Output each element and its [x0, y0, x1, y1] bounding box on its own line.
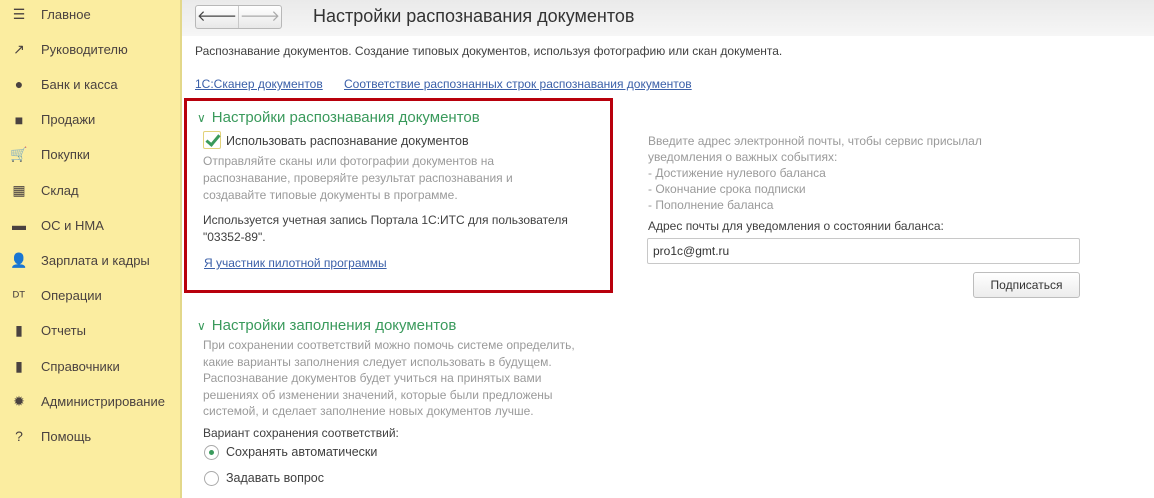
use-recognition-checkbox[interactable] [203, 131, 221, 149]
back-button[interactable]: 🡐 [196, 6, 238, 28]
recognition-section-header[interactable]: ∨ Настройки распознавания документов [197, 109, 480, 126]
page-description: Распознавание документов. Создание типов… [195, 44, 783, 58]
sidebar-item-label: Зарплата и кадры [41, 252, 150, 268]
scanner-link[interactable]: 1С:Сканер документов [195, 77, 323, 91]
page-title: Настройки распознавания документов [313, 6, 635, 26]
variant-label: Вариант сохранения соответствий: [203, 426, 399, 440]
sidebar-item-label: Отчеты [41, 323, 86, 339]
recognition-hint: Отправляйте сканы или фотографии докумен… [203, 154, 513, 202]
dt-kt-icon: ᴰᵀ [12, 287, 26, 304]
mapping-link[interactable]: Соответствие распознанных строк распозна… [344, 77, 692, 91]
truck-icon: ▬ [12, 217, 26, 234]
cart-icon: 🛒 [10, 146, 28, 163]
radio-auto-save[interactable] [204, 445, 219, 460]
sidebar-item[interactable]: ▮ Справочники [0, 349, 180, 383]
sidebar-item-label: Покупки [41, 147, 90, 163]
subscribe-button[interactable]: Подписаться [973, 272, 1080, 298]
sidebar-item[interactable]: ↗ Руководителю [0, 32, 180, 66]
section-title: Настройки заполнения документов [211, 317, 457, 334]
pilot-program-link[interactable]: Я участник пилотной программы [204, 256, 387, 270]
sidebar-item[interactable]: ? Помощь [0, 419, 180, 453]
sidebar-item[interactable]: ☰ Главное [0, 0, 180, 31]
sidebar-item-label: Помощь [41, 428, 92, 444]
sidebar-item-label: Главное [41, 6, 91, 22]
sidebar-item[interactable]: 👤 Зарплата и кадры [0, 243, 180, 277]
section-title: Настройки распознавания документов [211, 109, 480, 126]
question-icon: ? [15, 428, 23, 445]
chevron-down-icon: ∨ [197, 319, 206, 333]
sidebar-item[interactable]: ᴰᵀ Операции [0, 279, 180, 313]
books-icon: ▮ [15, 357, 23, 374]
sidebar-item-label: ОС и НМА [41, 217, 104, 233]
radio-ask-label: Задавать вопрос [226, 471, 325, 485]
email-input[interactable]: pro1c@gmt.ru [647, 238, 1080, 264]
radio-ask[interactable] [204, 471, 219, 486]
sidebar-item[interactable]: ■ Продажи [0, 103, 180, 137]
sidebar-item-label: Банк и касса [41, 76, 118, 92]
forward-button[interactable]: 🡒 [238, 6, 281, 28]
menu-icon: ☰ [12, 5, 26, 22]
notify-hint: Введите адрес электронной почты, чтобы с… [648, 134, 982, 212]
radio-auto-save-label: Сохранять автоматически [226, 445, 378, 459]
sidebar-item-label: Продажи [41, 112, 96, 128]
sidebar-item[interactable]: ▮ Отчеты [0, 314, 180, 348]
warehouse-icon: ▦ [12, 181, 26, 198]
sidebar-item[interactable]: ▬ ОС и НМА [0, 208, 180, 242]
ruble-icon: ● [14, 76, 24, 93]
sidebar-item-label: Склад [41, 182, 79, 198]
bag-icon: ■ [14, 111, 24, 128]
trend-icon: ↗ [13, 40, 25, 57]
checkbox-label: Использовать распознавание документов [226, 134, 469, 148]
sidebar-item[interactable]: ▦ Склад [0, 173, 180, 207]
sidebar-item-label: Операции [41, 288, 102, 304]
gear-icon: ✹ [13, 392, 25, 409]
filling-hint: При сохранении соответствий можно помочь… [203, 338, 575, 418]
sidebar-item[interactable]: ✹ Администрирование [0, 384, 180, 418]
sidebar: ☰ Главное ↗ Руководителю ● Банк и касса ■ Прода… [0, 0, 182, 498]
bar-chart-icon: ▮ [15, 322, 23, 339]
filling-section-header[interactable]: ∨ Настройки заполнения документов [197, 317, 456, 334]
sidebar-item[interactable]: 🛒 Покупки [0, 138, 180, 172]
email-label: Адрес почты для уведомления о состоянии … [648, 219, 944, 233]
sidebar-item-label: Администрирование [41, 393, 165, 409]
account-info: Используется учетная запись Портала 1С:И… [203, 213, 568, 244]
person-icon: 👤 [10, 251, 28, 268]
sidebar-item[interactable]: ● Банк и касса [0, 67, 180, 101]
sidebar-item-label: Руководителю [41, 41, 128, 57]
sidebar-item-label: Справочники [41, 358, 120, 374]
chevron-down-icon: ∨ [197, 111, 206, 125]
nav-buttons: 🡐 🡒 [195, 5, 282, 29]
